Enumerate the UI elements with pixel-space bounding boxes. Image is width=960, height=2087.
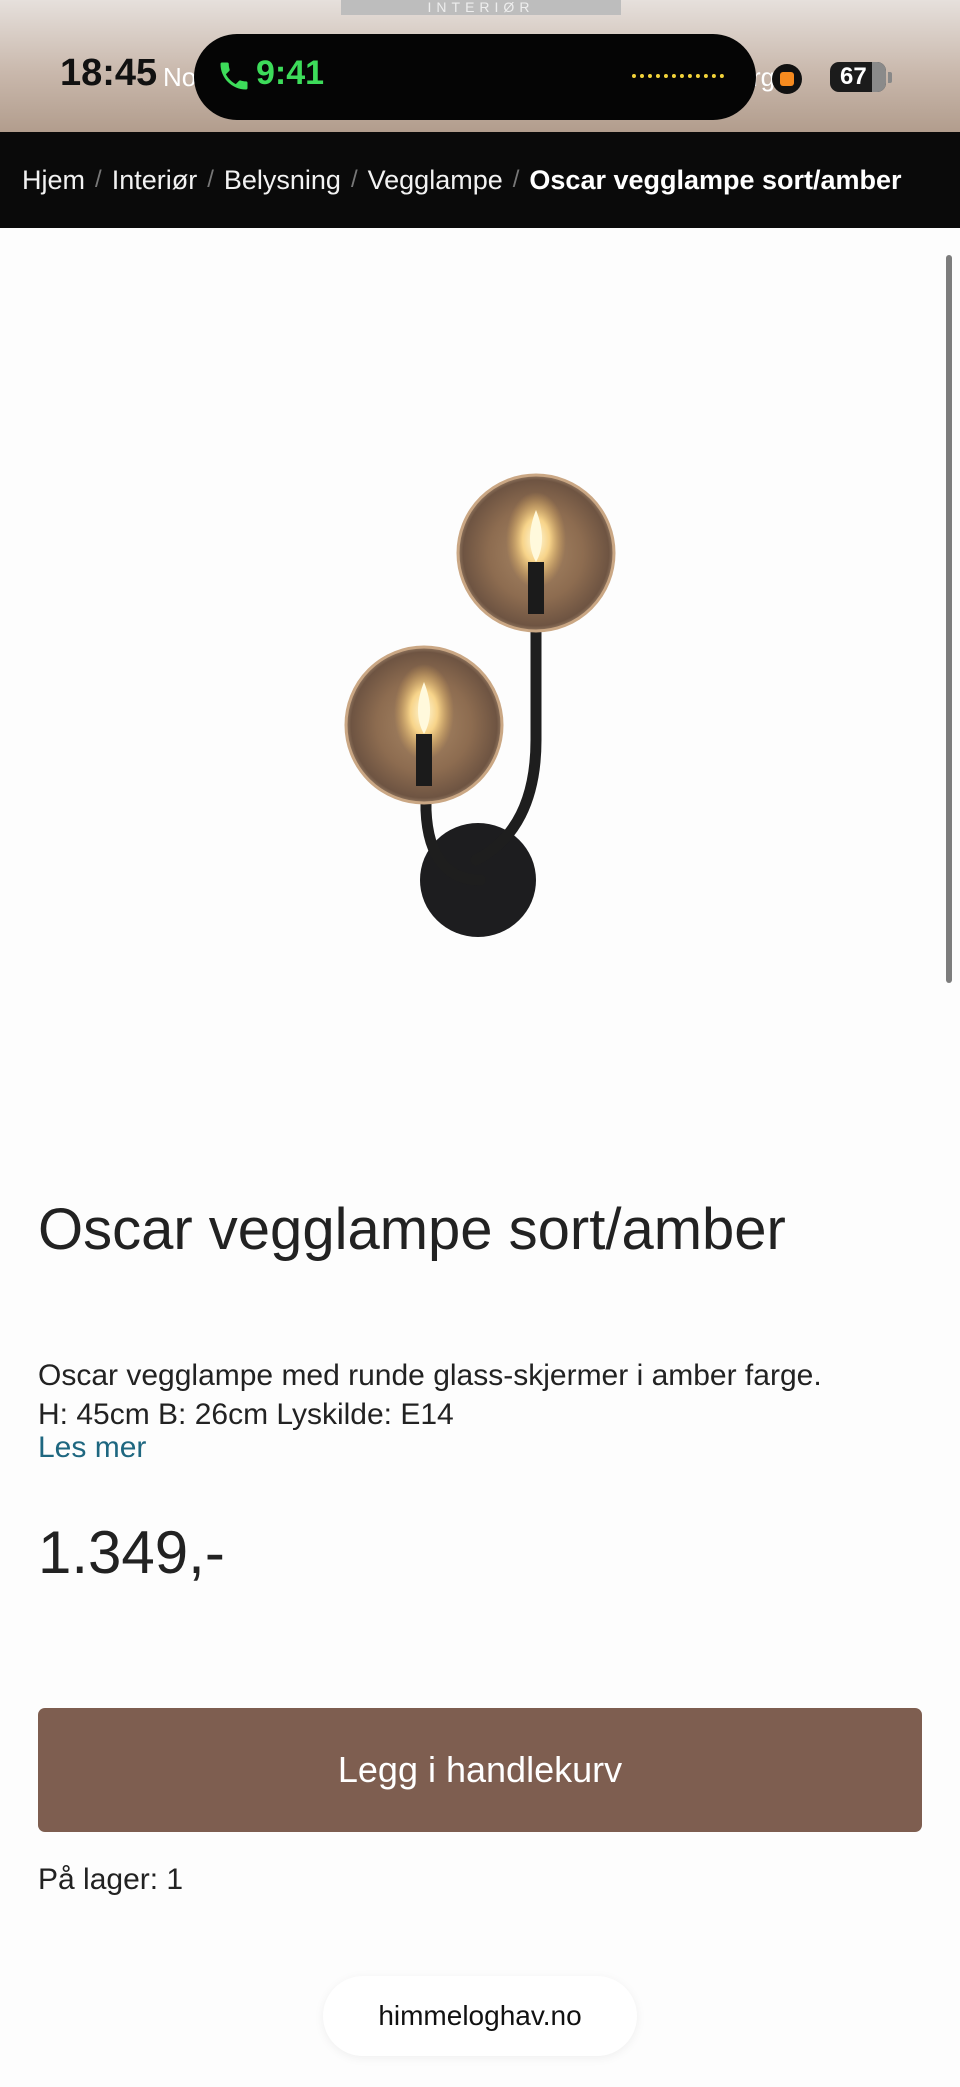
- battery-tip: [888, 72, 892, 83]
- site-logo: INTERIØR: [341, 0, 621, 15]
- breadcrumb-separator: /: [95, 166, 102, 193]
- breadcrumb-current: Oscar vegglampe sort/amber: [529, 164, 902, 195]
- description-line-1: Oscar vegglampe med runde glass-skjermer…: [38, 1359, 822, 1392]
- recording-indicator-icon: [772, 64, 802, 94]
- audio-waveform-icon: [632, 74, 724, 78]
- description-line-2: H: 45cm B: 26cm Lyskilde: E14: [38, 1398, 454, 1431]
- breadcrumb-link-wall-lamp[interactable]: Vegglampe: [368, 165, 503, 196]
- breadcrumb-link-interior[interactable]: Interiør: [112, 165, 198, 196]
- phone-icon: [220, 62, 248, 90]
- breadcrumb-link-lighting[interactable]: Belysning: [224, 165, 341, 196]
- header-text-left: No: [163, 62, 197, 92]
- status-bar: INTERIØR 18:45 No rg 9:41 67: [0, 0, 960, 132]
- add-to-cart-button[interactable]: Legg i handlekurv: [38, 1708, 922, 1832]
- read-more-link[interactable]: Les mer: [38, 1431, 146, 1465]
- breadcrumb-separator: /: [207, 166, 214, 193]
- breadcrumb-separator: /: [350, 166, 358, 193]
- product-image[interactable]: [300, 240, 660, 960]
- product-price: 1.349,-: [38, 1519, 225, 1586]
- browser-url-bar[interactable]: himmeloghav.no: [323, 1976, 637, 2056]
- stock-status: På lager: 1: [38, 1863, 184, 1896]
- status-clock: 18:45: [60, 52, 158, 94]
- battery-icon: 67: [830, 62, 886, 92]
- product-description: Oscar vegglampe med runde glass-skjermer…: [38, 1356, 918, 1434]
- breadcrumb: Hjem / Interiør / Belysning / Vegglampe …: [0, 132, 960, 228]
- breadcrumb-separator: /: [512, 166, 520, 193]
- call-duration: 9:41: [256, 54, 325, 92]
- product-page: INTERIØR 18:45 No rg 9:41 67 Hjem / Inte…: [0, 0, 960, 2087]
- dynamic-island-call[interactable]: 9:41: [194, 34, 756, 120]
- breadcrumb-link-home[interactable]: Hjem: [22, 165, 85, 196]
- page-scrollbar[interactable]: [946, 255, 952, 983]
- product-title: Oscar vegglampe sort/amber: [38, 1197, 786, 1262]
